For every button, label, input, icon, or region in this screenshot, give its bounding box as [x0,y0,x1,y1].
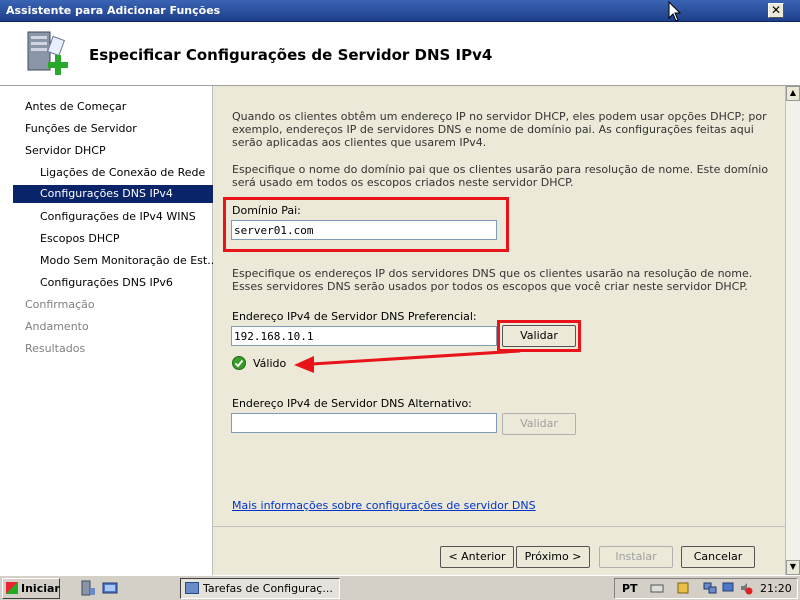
window-icon [185,582,199,594]
start-label: Iniciar [21,582,60,595]
show-desktop-icon[interactable] [102,580,118,596]
footer-separator [213,526,785,527]
preferred-dns-input[interactable] [231,326,497,346]
back-button[interactable]: < Anterior [440,546,514,568]
wizard-nav: Antes de Começar Funções de Servidor Ser… [0,86,218,575]
alternate-dns-label: Endereço IPv4 de Servidor DNS Alternativ… [232,397,472,410]
nav-item-before-begin[interactable]: Antes de Começar [25,100,126,113]
nav-item-dns-ipv4[interactable]: Configurações DNS IPv4 [13,185,213,203]
taskbar: Iniciar Tarefas de Configuraç... PT 21:2… [0,575,800,600]
validate-alt-button: Validar [502,413,576,435]
task-label: Tarefas de Configuraç... [203,582,333,595]
valid-status-text: Válido [253,357,287,370]
network-icon[interactable] [703,581,717,595]
scroll-down-icon[interactable]: ▼ [786,560,800,575]
validate-button[interactable]: Validar [502,325,576,347]
scroll-up-icon[interactable]: ▲ [786,86,800,101]
mouse-cursor-icon [668,1,682,22]
domain-label: Domínio Pai: [232,204,301,217]
volume-muted-icon[interactable] [739,581,753,595]
keyboard-icon[interactable] [650,581,664,595]
preferred-dns-label: Endereço IPv4 de Servidor DNS Preferenci… [232,310,477,323]
cancel-button[interactable]: Cancelar [681,546,755,568]
nav-item-results: Resultados [25,342,86,355]
language-indicator[interactable]: PT [622,582,638,595]
window-title: Assistente para Adicionar Funções [6,4,221,17]
nav-item-server-roles[interactable]: Funções de Servidor [25,122,137,135]
clock: 21:20 [760,582,792,595]
nav-item-dhcp-scopes[interactable]: Escopos DHCP [40,232,119,245]
computer-icon[interactable] [721,581,735,595]
alternate-dns-input[interactable] [231,413,497,433]
nav-item-dns-ipv6[interactable]: Configurações DNS IPv6 [40,276,173,289]
taskbar-item-config-tasks[interactable]: Tarefas de Configuraç... [180,578,340,599]
server-add-icon [27,31,68,75]
check-icon [232,356,246,370]
nav-item-dhcp-server[interactable]: Servidor DHCP [25,144,106,157]
intro-text: Quando os clientes obtêm um endereço IP … [232,110,767,149]
nav-item-confirmation: Confirmação [25,298,95,311]
domain-input[interactable] [231,220,497,240]
nav-item-stateless-mode[interactable]: Modo Sem Monitoração de Est... [40,254,218,267]
wizard-header: Especificar Configurações de Servidor DN… [0,22,800,86]
wizard-content: Quando os clientes obtêm um endereço IP … [213,86,785,575]
server-manager-icon[interactable] [80,580,96,596]
windows-logo-icon [6,582,18,594]
vertical-scrollbar[interactable]: ▲ ▼ [785,86,800,575]
more-info-link[interactable]: Mais informações sobre configurações de … [232,499,536,512]
install-button: Instalar [599,546,673,568]
next-button[interactable]: Próximo > [516,546,590,568]
domain-description: Especifique o nome do domínio pai que os… [232,163,769,189]
server-manager-tray-icon[interactable] [676,581,690,595]
nav-item-wins-ipv4[interactable]: Configurações de IPv4 WINS [40,210,196,223]
close-button[interactable]: ✕ [768,3,784,18]
start-button[interactable]: Iniciar [2,578,60,599]
page-title: Especificar Configurações de Servidor DN… [89,46,493,64]
nav-item-progress: Andamento [25,320,89,333]
dns-description: Especifique os endereços IP dos servidor… [232,267,753,293]
nav-item-network-bindings[interactable]: Ligações de Conexão de Rede [40,166,205,179]
